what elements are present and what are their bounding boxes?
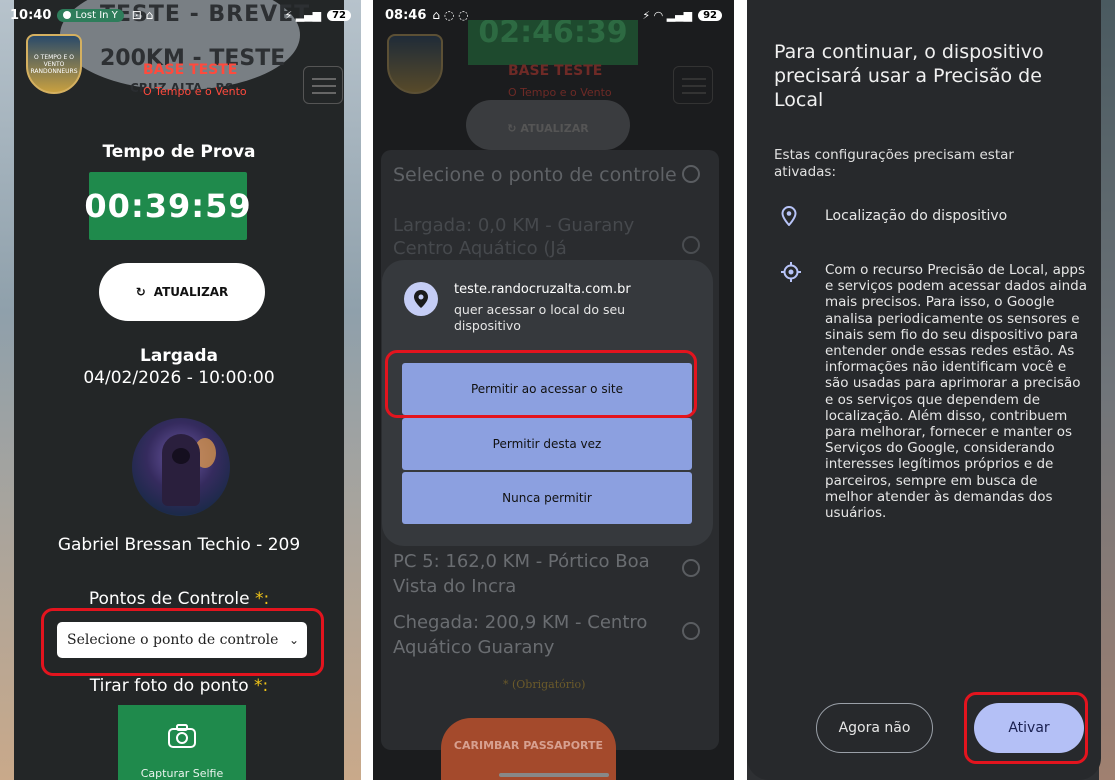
location-pin-icon [781,205,797,231]
battery-level: 92 [698,9,722,21]
club-logo[interactable]: O TEMPO E O VENTO RANDONNEURS [26,34,82,94]
notification-icons: ⊡ ⌂ [131,8,154,22]
camera-icon [168,724,196,748]
base-title: BASE TESTE [143,62,238,78]
allow-this-time-button[interactable]: Permitir desta vez [402,418,692,470]
not-now-button[interactable]: Agora não [816,703,933,753]
status-time: 10:40 [10,7,52,23]
phone-screen-2: 08:46 ⌂ ◌ ◌ ⚡ ◠ ▂▄▆ 92 02:46:39 BASE TES… [373,0,734,780]
media-pill[interactable]: Lost In Y [57,8,124,22]
hamburger-menu-button[interactable] [303,66,343,104]
location-accuracy-description: Com o recurso Precisão de Local, apps e … [825,262,1087,522]
required-note: * (Obrigatório) [503,678,586,691]
never-allow-button[interactable]: Nunca permitir [402,472,692,524]
select-heading: Selecione o ponto de controle [393,164,677,186]
location-accuracy-sheet: Para continuar, o dispositivo precisará … [747,0,1101,780]
photo-label: Tirar foto do ponto *: [89,676,269,696]
phone-screen-1: 10:40 Lost In Y ⊡ ⌂ ⚡ ▂▄▆ 72 TESTE - BRE… [0,0,361,780]
device-location-item: Localização do dispositivo [825,208,1008,224]
music-icon [63,11,72,19]
highlight-allow-button [385,350,697,418]
rider-name: Gabriel Bressan Techio - 209 [57,535,301,555]
stamp-passport-button: CARIMBAR PASSAPORTE [441,718,616,780]
status-right: ⚡ ▂▄▆ 72 [284,9,351,22]
start-datetime: 04/02/2026 - 10:00:00 [83,368,275,388]
battery-level: 72 [327,9,351,21]
dialog-message: quer acessar o local do seu dispositivo [454,302,626,333]
home-indicator [499,773,609,777]
refresh-icon: ↻ [135,285,146,299]
status-right: ⚡ ◠ ▂▄▆ 92 [642,9,722,22]
club-logo-dim [387,34,443,94]
race-timer: 00:39:59 [84,172,251,240]
option-pc5[interactable]: PC 5: 162,0 KM - Pórtico Boa Vista do In… [393,549,678,599]
radio-chegada[interactable] [682,622,700,640]
screenshot-composite: 10:40 Lost In Y ⊡ ⌂ ⚡ ▂▄▆ 72 TESTE - BRE… [0,0,1115,780]
option-largada: Largada: 0,0 KM - Guarany Centro Aquátic… [393,215,635,259]
signal-icon: ⚡ ◠ ▂▄▆ [642,8,693,22]
refresh-button-dim: ↻ ATUALIZAR [466,100,630,150]
rider-avatar [132,418,230,516]
status-bar: 10:40 Lost In Y ⊡ ⌂ ⚡ ▂▄▆ 72 [0,0,361,30]
start-info: Largada 04/02/2026 - 10:00:00 [14,345,344,389]
media-title: Lost In Y [75,9,118,21]
gps-target-icon [781,262,801,287]
logo-text: O TEMPO E O VENTO RANDONNEURS [30,53,78,75]
radio-pc5[interactable] [682,559,700,577]
phone-screen-3: Para continuar, o dispositivo precisará … [747,0,1115,780]
status-bar: 08:46 ⌂ ◌ ◌ ⚡ ◠ ▂▄▆ 92 [373,0,734,30]
control-points-label: Pontos de Controle *: [88,589,270,609]
radio-selected [682,165,700,183]
chevron-down-icon: ⌄ [288,633,299,647]
capture-selfie-button[interactable]: Capturar Selfie [118,705,246,780]
dialog-site: teste.randocruzalta.com.br [454,282,631,297]
required-marker: *: [254,589,270,609]
status-time: 08:46 [385,7,427,23]
signal-icon: ⚡ ▂▄▆ [284,8,322,22]
option-chegada[interactable]: Chegada: 200,9 KM - Centro Aquático Guar… [393,610,678,660]
hamburger-menu-button [673,66,713,104]
location-pin-icon [404,282,438,316]
base-title-dim: BASE TESTE [508,63,603,79]
control-point-select[interactable]: Selecione o ponto de controle ⌄ [57,622,307,658]
start-title: Largada [140,346,218,366]
capture-label: Capturar Selfie [140,767,224,780]
tempo-prova-label: Tempo de Prova [102,142,256,162]
refresh-label: ATUALIZAR [153,285,229,299]
select-value: Selecione o ponto de controle [67,632,279,648]
required-marker-photo: *: [254,676,269,696]
highlight-activate [964,692,1088,764]
notification-icons: ⌂ ◌ ◌ [432,8,469,22]
refresh-button[interactable]: ↻ ATUALIZAR [99,263,265,321]
sheet-subtitle: Estas configurações precisam estar ativa… [774,147,1014,180]
background-edge [1099,0,1115,780]
base-sub-dim: O Tempo e o Vento [508,86,612,99]
base-subtitle: O Tempo e o Vento [143,85,247,98]
sheet-title: Para continuar, o dispositivo precisará … [774,41,1044,111]
radio-largada [682,236,700,254]
